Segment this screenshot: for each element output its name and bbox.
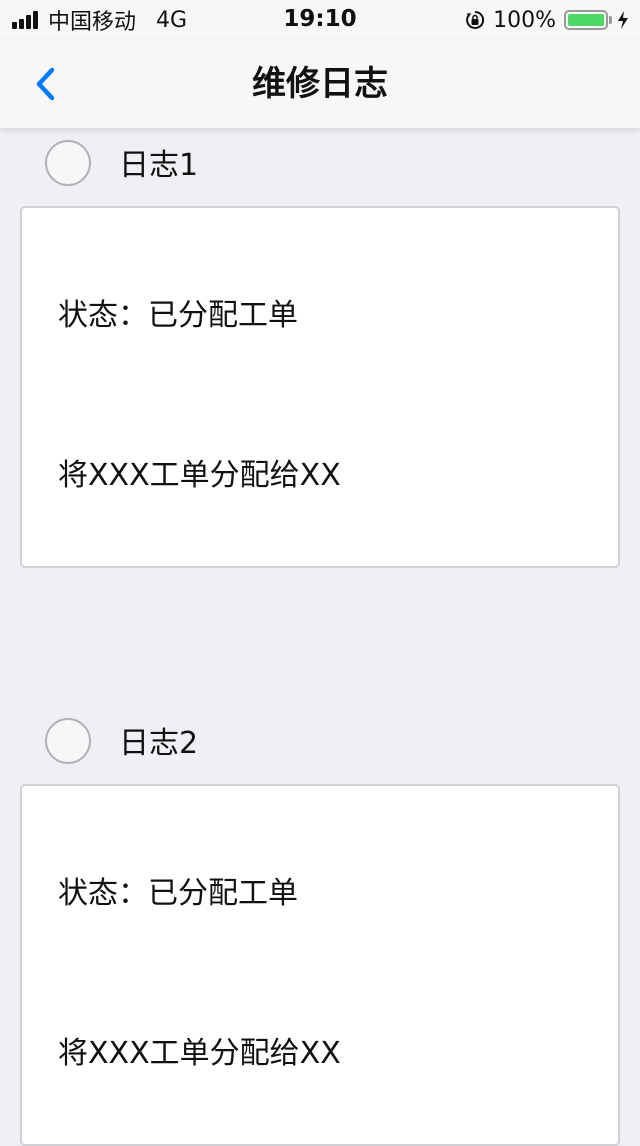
log-select-radio[interactable]	[45, 140, 91, 186]
log-list: 日志1 状态：已分配工单 将XXX工单分配给XX 日志2 状态：已分配工单 将X…	[0, 128, 640, 1146]
log-description: 将XXX工单分配给XX	[58, 458, 341, 493]
battery-cap	[609, 16, 612, 24]
charging-bolt-icon	[618, 11, 628, 29]
orientation-lock-icon	[466, 10, 485, 29]
battery-level	[568, 14, 604, 26]
log-status: 状态：已分配工单	[58, 876, 298, 911]
log-header: 日志2	[0, 706, 640, 776]
log-title: 日志1	[119, 148, 199, 183]
log-title: 日志2	[119, 726, 199, 761]
log-status: 状态：已分配工单	[58, 298, 298, 333]
status-bar: 中国移动 4G 19:10 100%	[0, 0, 640, 40]
log-card: 状态：已分配工单 将XXX工单分配给XX	[20, 206, 620, 568]
log-select-radio[interactable]	[45, 718, 91, 764]
log-description: 将XXX工单分配给XX	[58, 1036, 341, 1071]
battery-percent: 100%	[493, 7, 556, 33]
log-card: 状态：已分配工单 将XXX工单分配给XX	[20, 784, 620, 1146]
navigation-bar: 维修日志	[0, 40, 640, 128]
status-bar-right: 100%	[465, 6, 630, 34]
page-title: 维修日志	[252, 64, 388, 104]
log-header: 日志1	[0, 128, 640, 198]
battery-icon	[564, 10, 608, 30]
